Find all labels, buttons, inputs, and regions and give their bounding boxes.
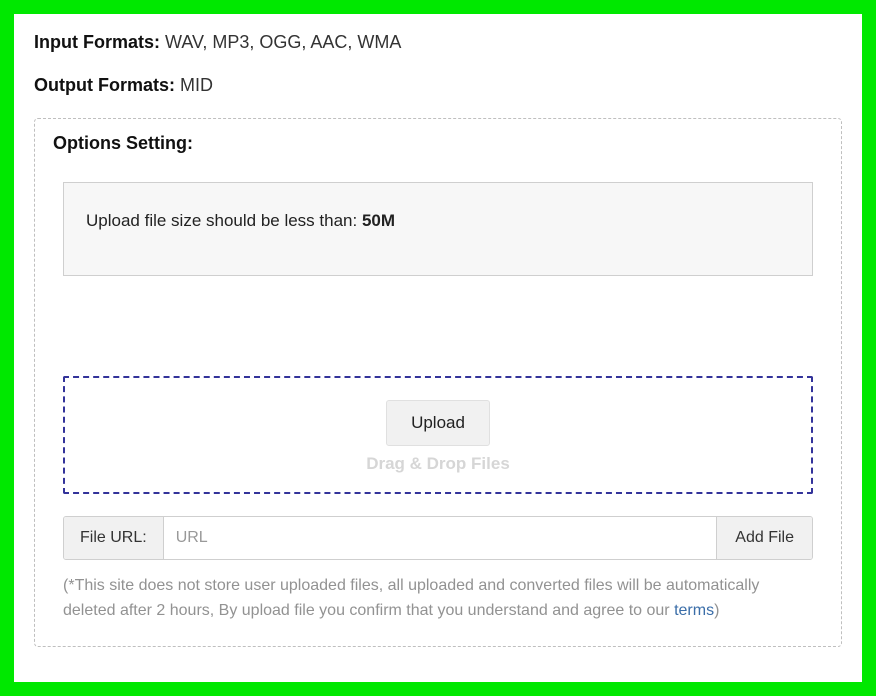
options-panel: Options Setting: Upload file size should… [34,118,842,647]
disclaimer-prefix: (* [63,577,75,594]
output-formats-value: MID [180,75,213,95]
add-file-button[interactable]: Add File [716,517,812,559]
input-formats-line: Input Formats: WAV, MP3, OGG, AAC, WMA [34,32,842,53]
output-formats-label: Output Formats: [34,75,180,95]
file-url-row: File URL: Add File [63,516,813,560]
file-url-input[interactable] [164,517,717,559]
size-notice-text: Upload file size should be less than: [86,211,362,230]
size-notice: Upload file size should be less than: 50… [63,182,813,276]
drop-zone[interactable]: Upload Drag & Drop Files [63,376,813,494]
disclaimer-text: This site does not store user uploaded f… [63,577,759,619]
upload-button[interactable]: Upload [386,400,490,446]
disclaimer-suffix: ) [714,602,719,619]
drag-drop-hint: Drag & Drop Files [65,454,811,474]
input-formats-value: WAV, MP3, OGG, AAC, WMA [165,32,401,52]
terms-link[interactable]: terms [674,602,714,619]
file-url-label: File URL: [64,517,164,559]
options-title: Options Setting: [53,133,813,154]
disclaimer: (*This site does not store user uploaded… [63,574,813,624]
output-formats-line: Output Formats: MID [34,75,842,96]
size-limit: 50M [362,211,395,230]
input-formats-label: Input Formats: [34,32,165,52]
